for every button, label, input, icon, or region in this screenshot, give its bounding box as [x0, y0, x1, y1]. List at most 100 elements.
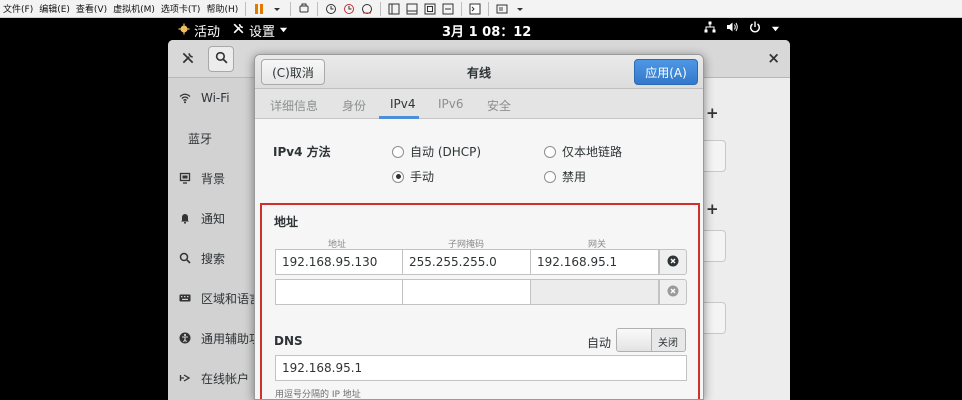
sidebar-item-background[interactable]: 背景 — [168, 158, 268, 198]
radio-manual[interactable]: 手动 — [392, 168, 434, 185]
add-vpn-button[interactable]: + — [706, 200, 719, 218]
sidebar-item-wifi[interactable]: Wi-Fi — [168, 78, 268, 118]
settings-search-button[interactable] — [208, 46, 234, 72]
toolbar-divider — [461, 1, 463, 16]
terminal-icon[interactable] — [467, 2, 483, 16]
sidebar-item-bluetooth[interactable]: 蓝牙 — [168, 118, 268, 158]
sidebar-item-label: 蓝牙 — [188, 131, 213, 146]
address-input[interactable]: 192.168.95.130 — [275, 249, 403, 275]
radio-dhcp[interactable]: 自动 (DHCP) — [392, 143, 481, 160]
netmask-input[interactable]: 255.255.255.0 — [403, 249, 531, 275]
menu-file[interactable]: 文件(F) — [0, 2, 36, 15]
app-menu-label: 设置 — [249, 25, 276, 40]
activities-button[interactable]: 活动 — [178, 21, 220, 40]
dialog-header: (C)取消 有线 应用(A) — [255, 55, 703, 89]
add-connection-button[interactable]: + — [706, 104, 719, 122]
radio-circle — [544, 170, 556, 183]
delete-address-button[interactable] — [659, 249, 687, 275]
volume-icon — [726, 21, 739, 36]
menu-view[interactable]: 查看(V) — [73, 2, 110, 15]
wrench-icon — [181, 51, 195, 68]
toolbar-divider — [488, 1, 490, 16]
sidebar-view-icon[interactable] — [386, 2, 402, 16]
sidebar-item-notifications[interactable]: 通知 — [168, 198, 268, 238]
delete-address-button[interactable] — [659, 279, 687, 305]
vmware-menubar: 文件(F) 编辑(E) 查看(V) 虚拟机(M) 选项卡(T) 帮助(H) — [0, 2, 241, 15]
sidebar-item-online-accounts[interactable]: 在线帐户 — [168, 358, 268, 398]
dropdown-arrow-icon[interactable] — [512, 2, 528, 16]
system-status-area[interactable] — [704, 21, 780, 36]
apply-button[interactable]: 应用(A) — [634, 59, 698, 85]
ipv4-method-label: IPv4 方法 — [273, 145, 331, 159]
activities-label: 活动 — [194, 25, 221, 40]
sidebar-item-region-language[interactable]: 区域和语言 — [168, 278, 268, 318]
gnome-top-bar: 活动 设置 3月 1 08：12 — [168, 18, 790, 40]
toolbar-divider — [317, 1, 319, 16]
network-wired-icon — [704, 21, 716, 36]
tab-ipv6[interactable]: IPv6 — [438, 97, 464, 111]
dns-input[interactable]: 192.168.95.1 — [275, 355, 687, 381]
radio-disabled[interactable]: 禁用 — [544, 168, 586, 185]
chevron-down-icon — [771, 22, 780, 36]
unity-view-icon[interactable] — [440, 2, 456, 16]
fullscreen-icon[interactable] — [422, 2, 438, 16]
dns-auto-switch[interactable]: 关闭 — [616, 328, 686, 352]
menu-help[interactable]: 帮助(H) — [203, 2, 241, 15]
dns-help-text: 用逗号分隔的 IP 地址 — [275, 390, 361, 400]
tab-security[interactable]: 安全 — [487, 97, 511, 114]
dialog-tabs: 详细信息 身份 IPv4 IPv6 安全 — [255, 89, 703, 119]
sidebar-item-label: 搜索 — [201, 251, 226, 266]
dns-auto-label: 自动 — [587, 336, 612, 350]
sidebar-item-search[interactable]: 搜索 — [168, 238, 268, 278]
snapshot-icon[interactable] — [323, 2, 339, 16]
address-row: 192.168.95.130 255.255.255.0 192.168.95.… — [275, 249, 659, 275]
stretch-view-icon[interactable] — [494, 2, 510, 16]
switch-state-label: 关闭 — [658, 338, 678, 349]
settings-close-button[interactable]: × — [767, 49, 780, 67]
gateway-input[interactable] — [531, 279, 659, 305]
sidebar-item-label: 通知 — [201, 211, 226, 226]
radio-label: 禁用 — [562, 170, 587, 184]
snapshot-manager-icon[interactable] — [359, 2, 375, 16]
send-ctrl-alt-del-icon[interactable] — [296, 2, 312, 16]
dropdown-arrow-icon[interactable] — [269, 2, 285, 16]
accessibility-icon — [179, 332, 191, 344]
keyboard-icon — [179, 292, 191, 304]
revert-snapshot-icon[interactable] — [341, 2, 357, 16]
radio-circle — [392, 145, 404, 158]
wired-connection-dialog: (C)取消 有线 应用(A) 详细信息 身份 IPv4 IPv6 安全 IPv4… — [254, 54, 704, 400]
pause-icon[interactable] — [251, 2, 267, 16]
toolbar-divider — [290, 1, 292, 16]
menu-vm[interactable]: 虚拟机(M) — [110, 2, 158, 15]
switch-knob — [617, 329, 652, 351]
chevron-down-icon — [279, 23, 288, 38]
delete-icon — [667, 255, 679, 270]
radio-link-local[interactable]: 仅本地链路 — [544, 143, 622, 160]
active-tab-indicator — [379, 116, 419, 119]
bell-icon — [179, 212, 191, 224]
address-input[interactable] — [275, 279, 403, 305]
tab-identity[interactable]: 身份 — [342, 97, 366, 114]
menu-edit[interactable]: 编辑(E) — [36, 2, 73, 15]
activities-icon — [178, 23, 190, 39]
radio-circle — [544, 145, 556, 158]
netmask-input[interactable] — [403, 279, 531, 305]
gateway-input[interactable]: 192.168.95.1 — [531, 249, 659, 275]
sidebar-item-accessibility[interactable]: 通用辅助功能 — [168, 318, 268, 358]
radio-dot — [395, 174, 401, 179]
radio-label: 自动 (DHCP) — [410, 145, 482, 159]
settings-tools-button[interactable] — [176, 47, 200, 71]
app-menu[interactable]: 设置 — [232, 21, 288, 40]
menu-tabs[interactable]: 选项卡(T) — [158, 2, 204, 15]
power-icon — [749, 21, 761, 36]
toolbar-divider — [245, 1, 247, 16]
delete-icon — [667, 285, 679, 300]
radio-circle-selected — [392, 170, 404, 183]
tab-details[interactable]: 详细信息 — [270, 97, 318, 114]
search-icon — [215, 51, 228, 67]
address-row — [275, 279, 659, 305]
sidebar-item-label: 背景 — [201, 171, 226, 186]
console-view-icon[interactable] — [404, 2, 420, 16]
clock[interactable]: 3月 1 08：12 — [442, 21, 531, 40]
tab-ipv4[interactable]: IPv4 — [390, 97, 416, 111]
